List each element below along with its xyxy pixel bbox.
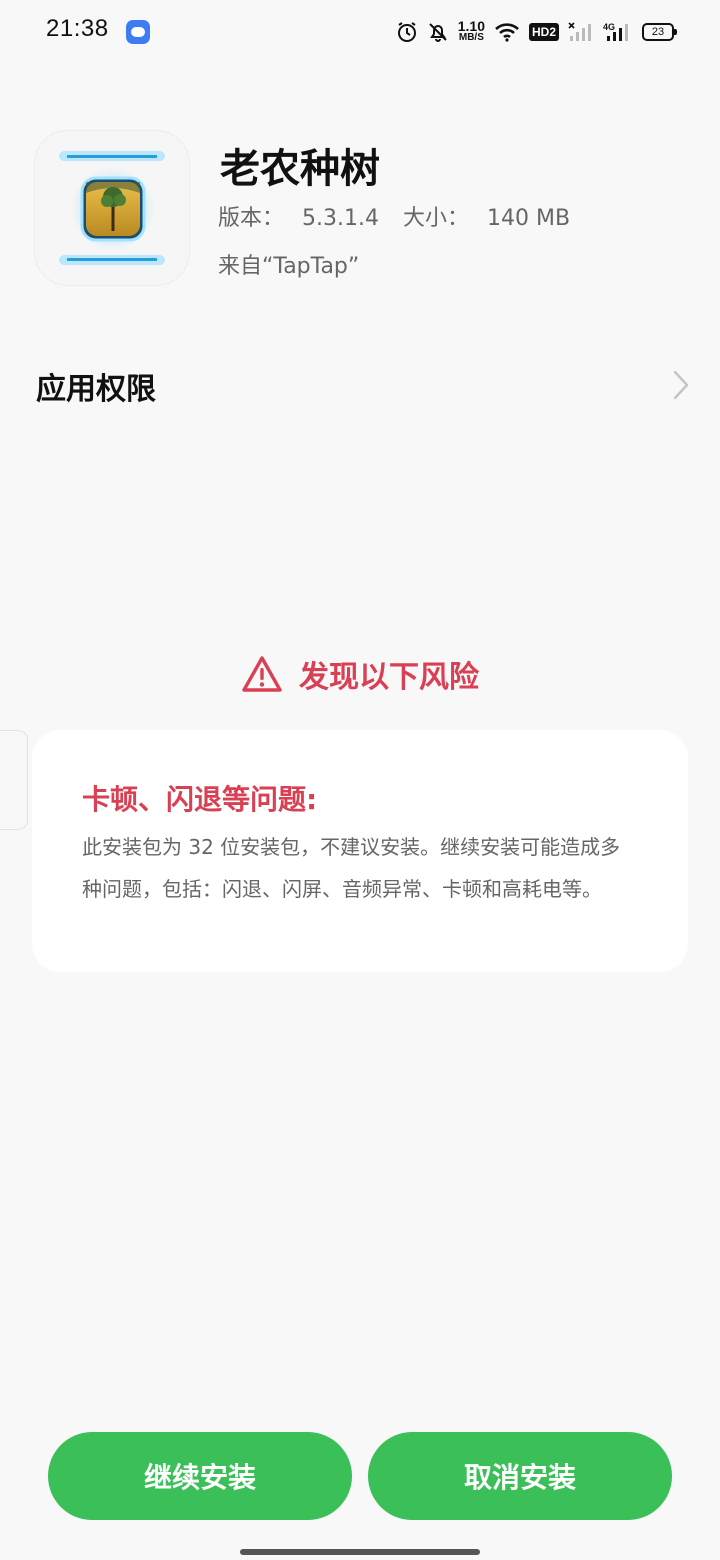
- risk-card-body: 此安装包为 32 位安装包，不建议安装。继续安装可能造成多种问题，包括：闪退、闪…: [82, 835, 621, 901]
- status-time: 21:38: [46, 15, 109, 42]
- risk-header: 发现以下风险: [0, 652, 720, 696]
- app-permissions-label: 应用权限: [36, 372, 156, 407]
- risk-card-title: 卡顿、闪退等问题:: [82, 783, 318, 816]
- edge-panel-handle[interactable]: [0, 730, 28, 830]
- alarm-icon: [396, 21, 418, 43]
- app-version-size-row: 版本： 5.3.1.4 大小： 140 MB: [218, 200, 594, 232]
- network-speed-unit: MB/S: [458, 32, 484, 43]
- signal-4g-icon: 4G: [603, 21, 633, 43]
- version-value: 5.3.1.4: [302, 206, 379, 231]
- risk-detail-card: 卡顿、闪退等问题: 此安装包为 32 位安装包，不建议安装。继续安装可能造成多种…: [32, 730, 688, 972]
- version-label: 版本：: [218, 206, 285, 231]
- app-icon: [34, 130, 190, 286]
- size-label: 大小：: [402, 206, 469, 231]
- app-source: 来自“TapTap”: [218, 254, 360, 279]
- mute-bell-icon: [427, 21, 449, 43]
- battery-icon: 23: [642, 23, 677, 41]
- status-bar: 21:38 1.10 MB/S HD2 4G 23: [0, 0, 720, 64]
- network-speed-value: 1.10: [457, 18, 485, 34]
- cancel-install-button[interactable]: 取消安装: [368, 1432, 672, 1520]
- size-value: 140 MB: [487, 206, 571, 231]
- app-notification-icon: [126, 20, 150, 44]
- app-name: 老农种树: [220, 146, 380, 192]
- wifi-icon: [494, 22, 520, 42]
- signal-sim1-icon: [568, 21, 594, 43]
- home-indicator[interactable]: [240, 1549, 480, 1555]
- network-type-label: 4G: [603, 22, 615, 32]
- network-speed: 1.10 MB/S: [457, 18, 485, 43]
- farmer-tree-app-icon: [59, 151, 165, 265]
- warning-triangle-icon: [241, 655, 283, 693]
- continue-install-button[interactable]: 继续安装: [48, 1432, 352, 1520]
- risk-header-title: 发现以下风险: [299, 660, 479, 695]
- status-icons: 1.10 MB/S HD2 4G 23: [396, 18, 677, 46]
- app-permissions-row[interactable]: 应用权限: [0, 340, 720, 428]
- hd-icon: HD2: [528, 23, 559, 41]
- chevron-right-icon: [672, 370, 690, 404]
